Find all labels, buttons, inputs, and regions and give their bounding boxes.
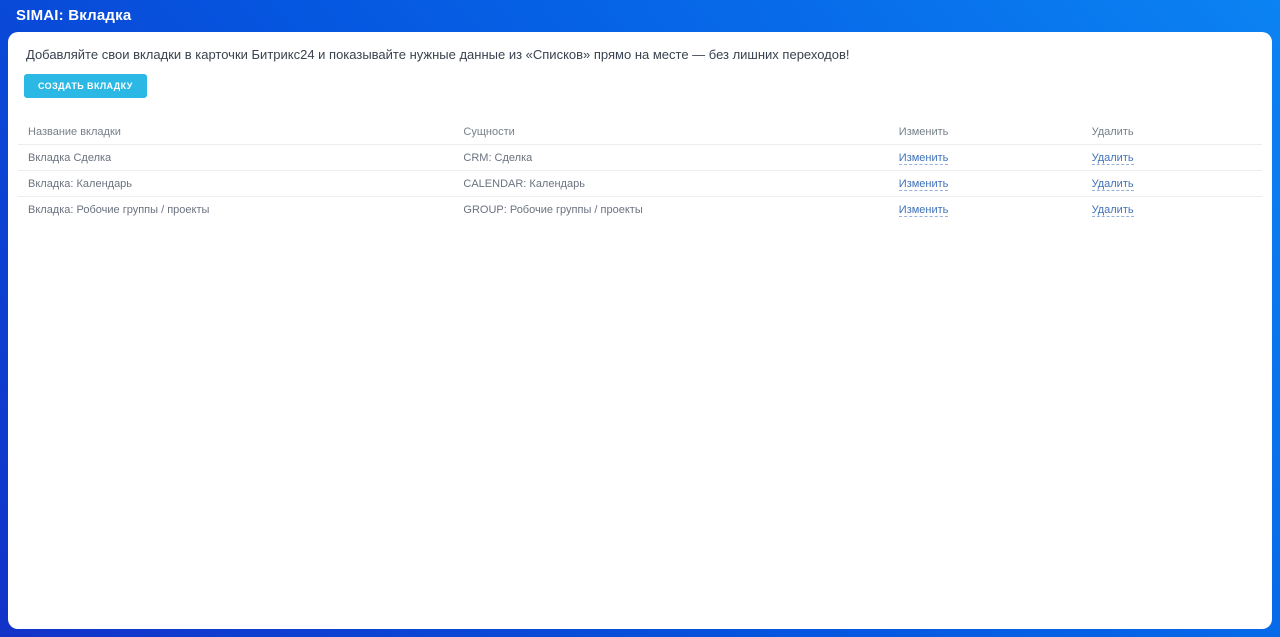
column-header-delete: Удалить: [1081, 119, 1262, 145]
edit-link[interactable]: Изменить: [898, 204, 949, 217]
table-row: Вкладка: Календарь CALENDAR: Календарь И…: [18, 170, 1262, 197]
column-header-entity: Сущности: [453, 119, 889, 145]
description-text: Добавляйте свои вкладки в карточки Битри…: [26, 47, 850, 62]
edit-link[interactable]: Изменить: [898, 178, 949, 191]
content-panel: Добавляйте свои вкладки в карточки Битри…: [8, 32, 1272, 629]
edit-link[interactable]: Изменить: [898, 152, 949, 165]
create-tab-button[interactable]: СОЗДАТЬ ВКЛАДКУ: [24, 74, 147, 98]
entity-cell: CRM: Сделка: [453, 144, 889, 171]
table-row: Вкладка: Робочие группы / проекты GROUP:…: [18, 197, 1262, 223]
delete-link[interactable]: Удалить: [1091, 204, 1134, 217]
tab-name-cell: Вкладка: Календарь: [18, 170, 454, 197]
delete-link[interactable]: Удалить: [1091, 152, 1134, 165]
entity-cell: CALENDAR: Календарь: [453, 170, 889, 197]
app-header: SIMAI: Вкладка: [0, 0, 1280, 32]
delete-link[interactable]: Удалить: [1091, 178, 1134, 191]
entity-cell: GROUP: Робочие группы / проекты: [463, 204, 643, 216]
page-title: SIMAI: Вкладка: [16, 6, 132, 24]
tab-name-cell: Вкладка: Робочие группы / проекты: [28, 204, 210, 216]
table-row: Вкладка Сделка CRM: Сделка Изменить Удал…: [18, 144, 1262, 171]
tabs-table: Название вкладки Сущности Изменить Удали…: [18, 119, 1262, 222]
table-header: Название вкладки Сущности Изменить Удали…: [18, 119, 1262, 145]
column-header-edit: Изменить: [888, 119, 1082, 145]
tab-name-cell: Вкладка Сделка: [18, 144, 454, 171]
column-header-name: Название вкладки: [18, 119, 454, 145]
